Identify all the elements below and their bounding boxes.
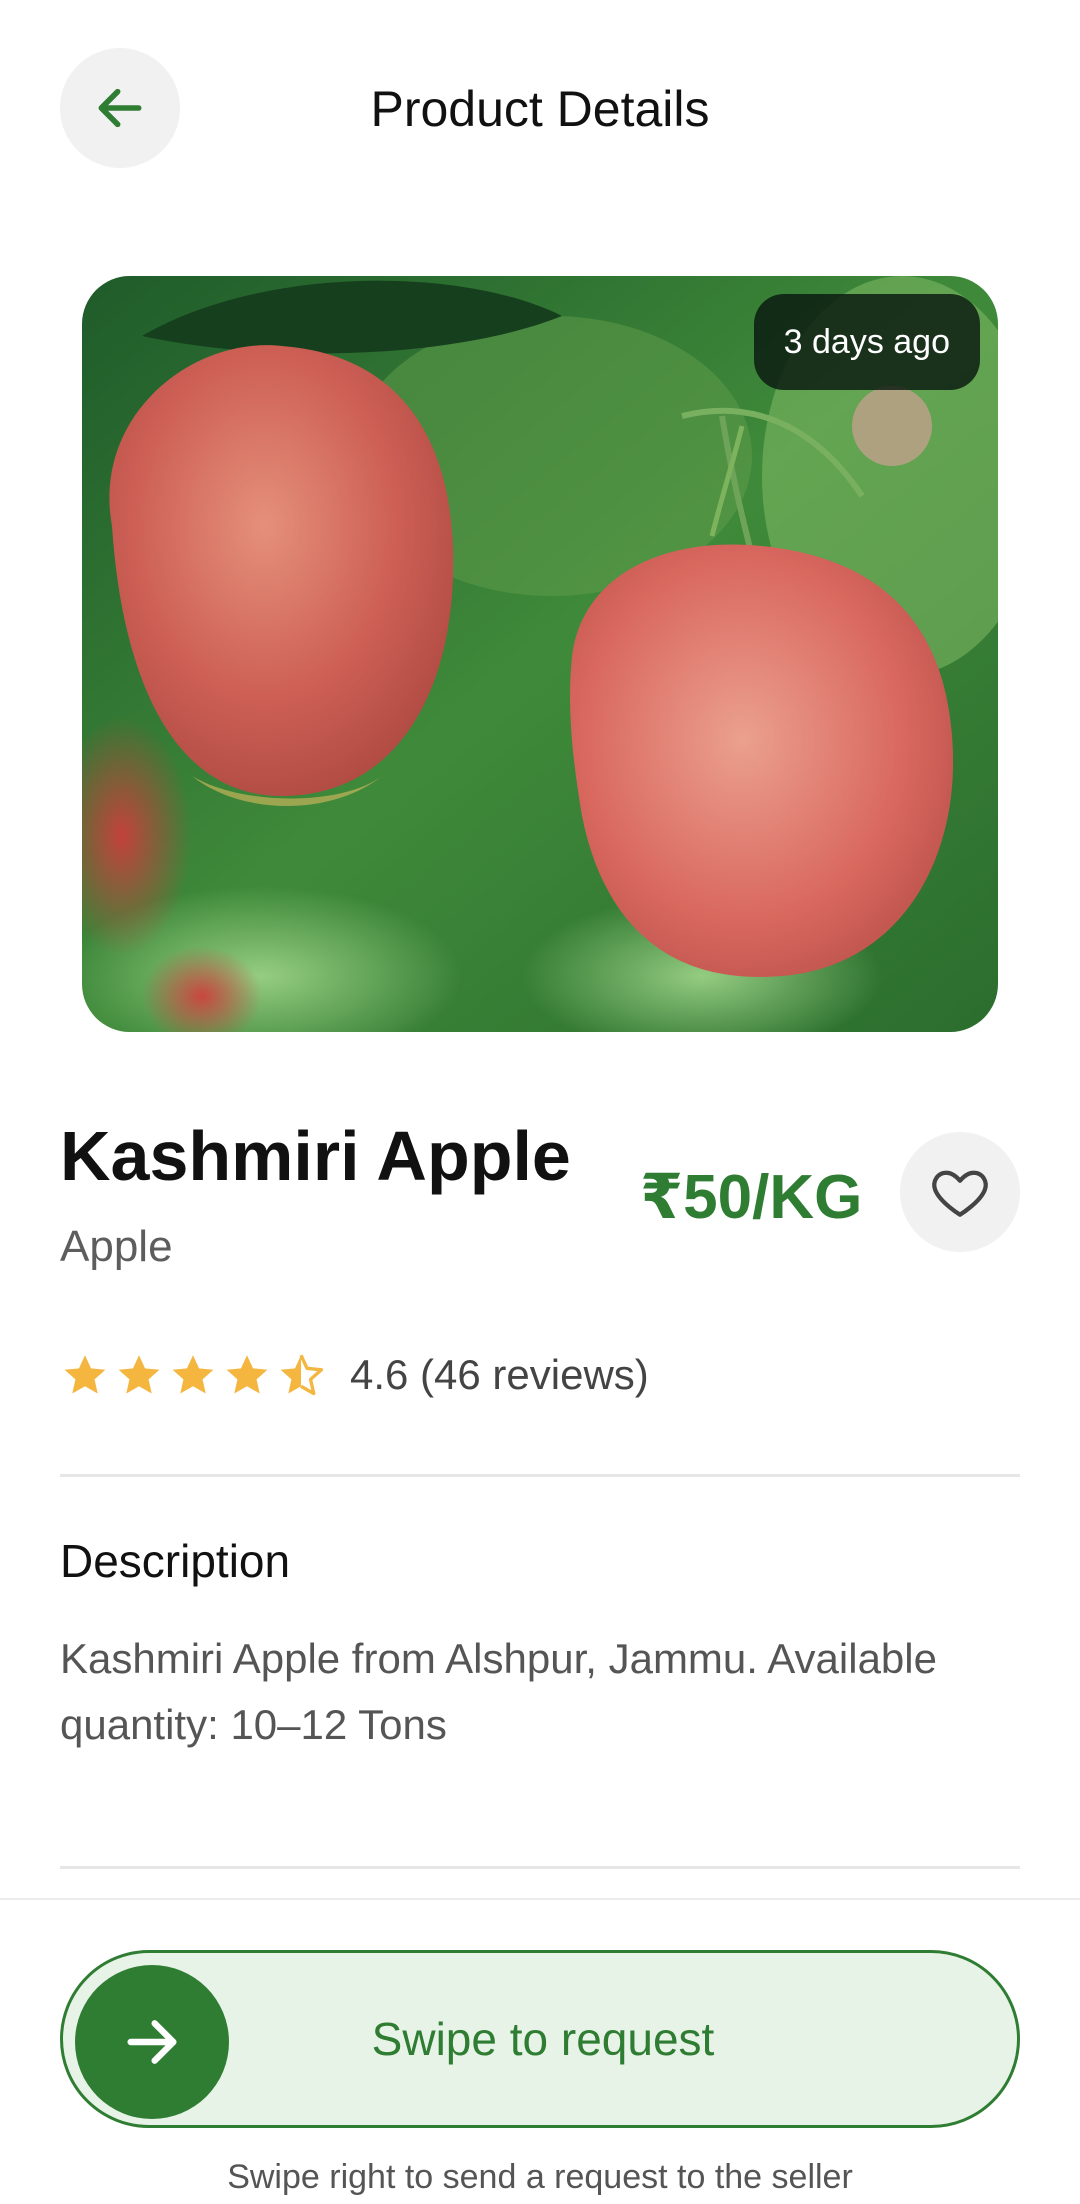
product-rating: 4.6 (46 reviews) [60,1340,649,1410]
divider [60,1474,1020,1477]
star-icon [118,1355,160,1394]
swipe-hint: Swipe right to send a request to the sel… [227,2158,853,2196]
product-category: Apple [60,1222,173,1271]
star-icon [226,1355,268,1394]
swipe-handle[interactable] [75,1965,229,2119]
product-price: ₹50/KG [640,1163,863,1232]
page-title: Product Details [370,81,710,137]
description-title: Description [60,1535,291,1587]
description-text: Kashmiri Apple from Alshpur, Jammu. Avai… [60,1635,937,1748]
rating-text: 4.6 (46 reviews) [350,1351,649,1398]
swipe-to-request-slider[interactable]: Swipe to request [60,1950,1020,2128]
app-header: Product Details [0,0,1080,220]
star-icon [172,1355,214,1394]
star-half-icon [280,1354,324,1396]
arrow-right-icon [127,2020,177,2064]
rating-stars [60,1350,326,1400]
posted-time-badge: 3 days ago [753,294,980,390]
favorite-button[interactable] [900,1132,1020,1252]
star-icon [64,1355,106,1394]
bottom-action-bar: Swipe to request Swipe right to send a r… [0,1898,1080,2204]
product-image[interactable]: 3 days ago [82,276,998,1032]
heart-outline-icon [932,1170,988,1217]
divider [60,1866,1020,1869]
product-name: Kashmiri Apple [60,1117,571,1195]
